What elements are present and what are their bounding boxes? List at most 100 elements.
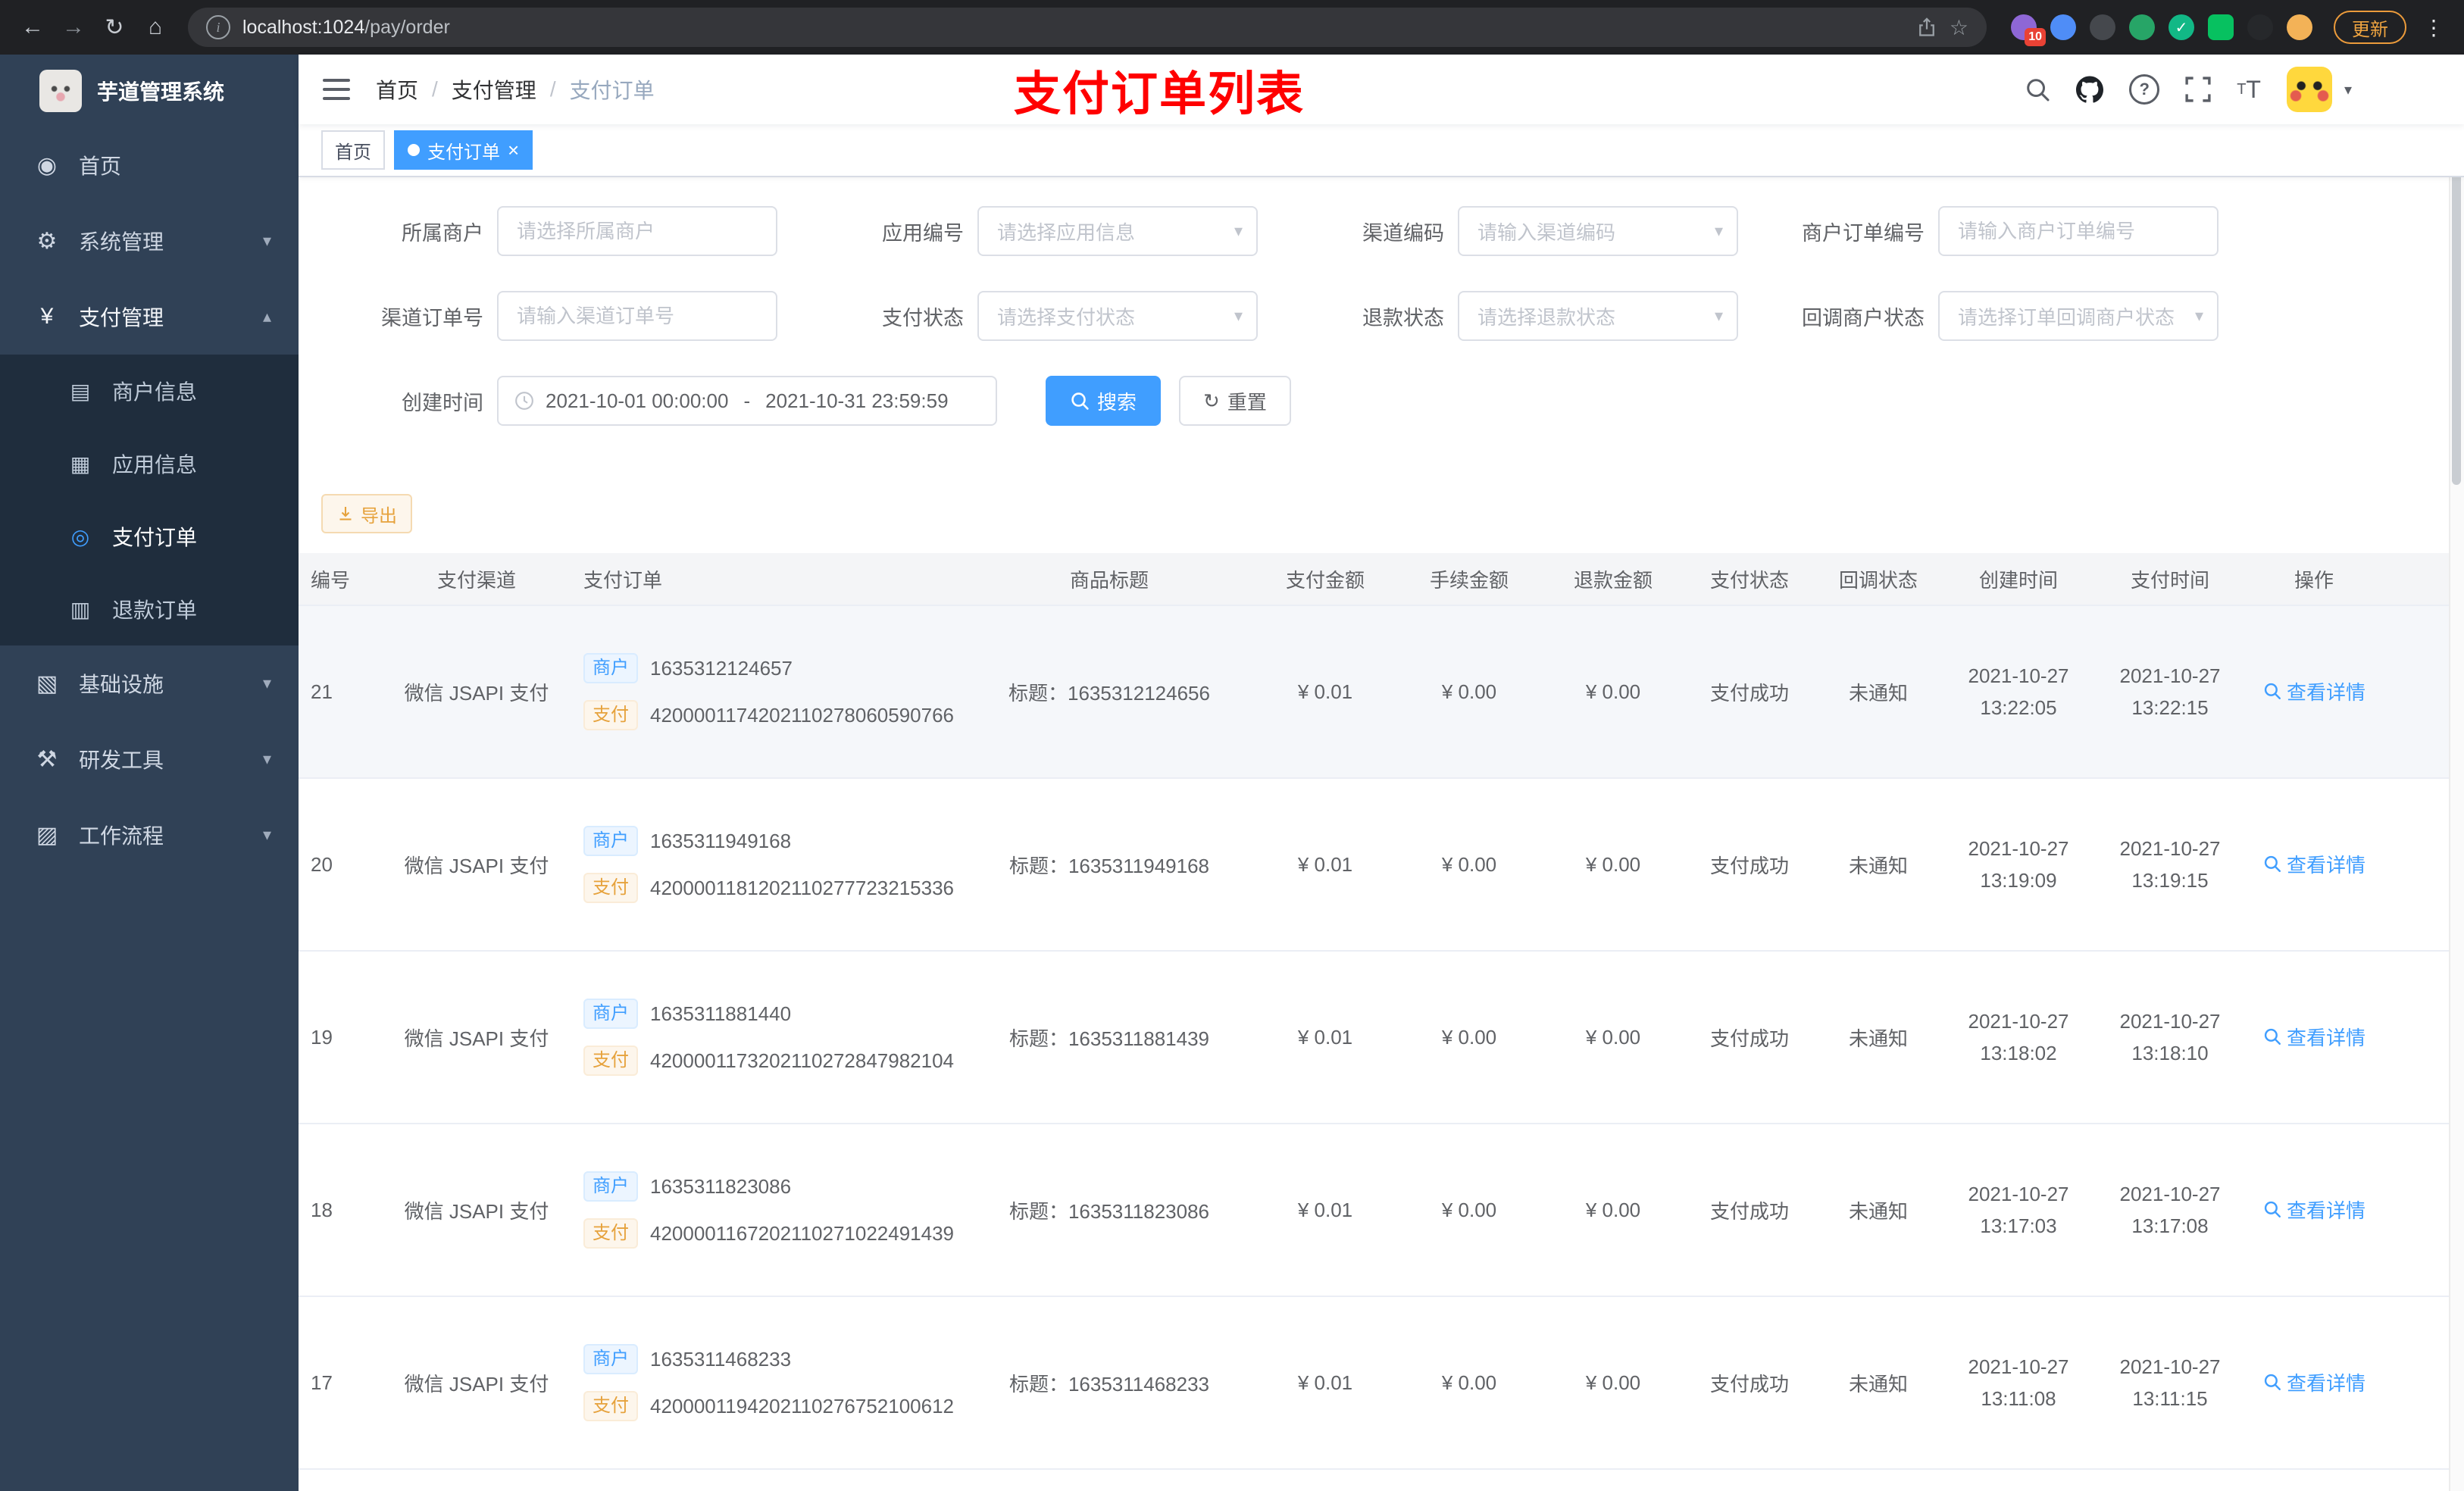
channel-code-field[interactable]: 请输入渠道编码 ▾	[1458, 206, 1738, 256]
table-cell: 未通知	[1814, 678, 1943, 706]
export-button[interactable]: 导出	[321, 494, 412, 533]
update-button[interactable]: 更新	[2334, 11, 2406, 44]
view-detail-link[interactable]: 查看详情	[2262, 850, 2366, 878]
scrollbar-track[interactable]	[2449, 55, 2464, 1491]
github-icon[interactable]	[2076, 76, 2104, 103]
refresh-button[interactable]: ↻	[94, 7, 135, 48]
refund-status-field-label: 退款状态	[1362, 306, 1444, 330]
search-button[interactable]: 搜索	[1046, 376, 1162, 426]
avatar[interactable]	[2286, 67, 2332, 112]
extension-icon-8[interactable]	[2287, 14, 2312, 40]
extension-icon-4[interactable]	[2129, 14, 2155, 40]
font-size-icon[interactable]: TT	[2237, 77, 2261, 102]
refund-status-field[interactable]: 请选择退款状态 ▾	[1458, 291, 1738, 341]
fullscreen-icon[interactable]	[2185, 77, 2211, 102]
pay-tag: 支付	[583, 1218, 638, 1249]
tab-home[interactable]: 首页	[321, 130, 385, 170]
view-detail-link[interactable]: 查看详情	[2262, 1196, 2366, 1224]
browser-menu-icon[interactable]: ⋮	[2416, 15, 2452, 40]
sidebar-item-home[interactable]: ◉ 首页	[0, 127, 299, 203]
pay-status-field[interactable]: 请选择支付状态 ▾	[977, 291, 1258, 341]
app-no-field[interactable]: 请选择应用信息 ▾	[977, 206, 1258, 256]
scrollbar-thumb[interactable]	[2452, 136, 2461, 485]
order-id: 19	[311, 1025, 333, 1049]
hamburger-icon[interactable]	[323, 77, 350, 102]
share-icon[interactable]	[1916, 17, 1937, 38]
table-cell: 支付成功	[1685, 851, 1814, 879]
refund-amount: ¥ 0.00	[1585, 1025, 1641, 1049]
table-cell: 未通知	[1814, 1196, 1943, 1224]
table-header: 编号 支付渠道 支付订单 商品标题 支付金额 手续金额 退款金额 支付状态 回调状态 创建时间 支付…	[299, 553, 2464, 606]
create-time-range-picker[interactable]: 2021-10-01 00:00:00 - 2021-10-31 23:59:5…	[497, 376, 997, 426]
chevron-down-icon[interactable]: ▾	[2344, 80, 2352, 99]
help-icon[interactable]: ?	[2129, 74, 2160, 105]
column-header: 支付渠道	[436, 568, 516, 592]
table-cell: 2021-10-27 13:19:09	[1943, 833, 2094, 896]
home-button[interactable]: ⌂	[135, 7, 176, 48]
channel-order-no-field[interactable]	[497, 291, 777, 341]
back-button[interactable]: ←	[12, 7, 53, 48]
address-bar[interactable]: i localhost:1024/pay/order ☆	[188, 8, 1987, 47]
extensions-area: 10 ✓	[2011, 14, 2312, 46]
table-cell: 支付成功	[1685, 1196, 1814, 1224]
search-icon[interactable]	[2025, 77, 2050, 102]
table-cell: 查看详情	[2246, 677, 2382, 707]
extension-icon-6[interactable]	[2208, 14, 2234, 40]
table-cell: 2021-10-27 13:11:15	[2094, 1351, 2246, 1414]
column-header: 编号	[311, 568, 351, 592]
view-detail-link[interactable]: 查看详情	[2262, 1023, 2366, 1051]
extension-icon-7[interactable]	[2247, 14, 2273, 40]
chevron-down-icon: ▾	[262, 231, 271, 250]
filter-item: 渠道编码 请输入渠道编码 ▾	[1284, 206, 1738, 256]
table-cell: 查看详情	[2246, 1023, 2382, 1052]
notify-status-field[interactable]: 请选择订单回调商户状态 ▾	[1938, 291, 2219, 341]
view-detail-link[interactable]: 查看详情	[2262, 1368, 2366, 1396]
pay-status-field-label: 支付状态	[882, 306, 964, 330]
tab-pay-order[interactable]: 支付订单 ×	[394, 130, 533, 170]
table-cell: 2021-10-27 13:18:10	[2094, 1005, 2246, 1069]
merchant-field[interactable]	[497, 206, 777, 256]
pay-amount: ¥ 0.01	[1297, 1025, 1353, 1049]
column-header: 支付状态	[1709, 568, 1789, 592]
table-cell: 21	[299, 680, 382, 704]
breadcrumb-item[interactable]: 支付管理	[452, 74, 536, 105]
table-cell: 未通知	[1814, 1024, 1943, 1052]
view-detail-link[interactable]: 查看详情	[2262, 677, 2366, 705]
content: 所属商户 应用编号请选择应用信息▾ 渠道编码请输入渠道编码▾ 商户订单编号 渠道订单号…	[299, 177, 2464, 1491]
extension-badge: 10	[2025, 28, 2046, 46]
forward-button[interactable]: →	[53, 7, 94, 48]
sidebar-item-system[interactable]: ⚙ 系统管理 ▾	[0, 203, 299, 279]
reset-button[interactable]: ↻ 重置	[1179, 376, 1291, 426]
pay-time: 2021-10-27 13:22:15	[2119, 664, 2221, 719]
bookmark-star-icon[interactable]: ☆	[1950, 15, 1968, 40]
site-info-icon[interactable]: i	[206, 15, 230, 39]
extension-icon-1[interactable]: 10	[2011, 14, 2046, 46]
sidebar-item-workflow[interactable]: ▨ 工作流程 ▾	[0, 797, 299, 873]
sidebar-item-devtools[interactable]: ⚒ 研发工具 ▾	[0, 721, 299, 797]
notify-status: 未通知	[1848, 681, 1908, 705]
app-logo[interactable]: 芋道管理系统	[0, 55, 299, 127]
extension-icon-3[interactable]	[2090, 14, 2115, 40]
breadcrumb-item[interactable]: 首页	[376, 74, 418, 105]
refund-amount: ¥ 0.00	[1585, 1371, 1641, 1394]
sidebar-item-payment[interactable]: ¥ 支付管理 ▴	[0, 279, 299, 355]
sidebar-item-pay-order[interactable]: ◎ 支付订单	[0, 500, 299, 573]
main-area: 首页 / 支付管理 / 支付订单 支付订单列表 ? TT ▾ 首页 支付订单 ×…	[299, 55, 2464, 1491]
notify-status: 未通知	[1848, 854, 1908, 877]
sidebar-item-app-info[interactable]: ▦ 应用信息	[0, 427, 299, 500]
table-cell: 17	[299, 1371, 382, 1395]
table-cell: 支付成功	[1685, 1024, 1814, 1052]
close-icon[interactable]: ×	[508, 140, 519, 160]
refund-amount: ¥ 0.00	[1585, 680, 1641, 703]
merchant-order-no-field[interactable]	[1938, 206, 2219, 256]
sidebar-item-infra[interactable]: ▧ 基础设施 ▾	[0, 645, 299, 721]
table-cell: ¥ 0.01	[1253, 1199, 1397, 1222]
extension-icon-2[interactable]	[2050, 14, 2076, 40]
filter-item: 渠道订单号	[323, 291, 777, 341]
url-text: localhost:1024/pay/order	[242, 16, 450, 38]
extension-icon-5[interactable]: ✓	[2169, 14, 2194, 40]
merchant-order-no: 1635311823086	[650, 1174, 792, 1198]
sidebar-item-merchant-info[interactable]: ▤ 商户信息	[0, 355, 299, 427]
order-id: 17	[311, 1371, 333, 1394]
sidebar-item-refund-order[interactable]: ▥ 退款订单	[0, 573, 299, 645]
